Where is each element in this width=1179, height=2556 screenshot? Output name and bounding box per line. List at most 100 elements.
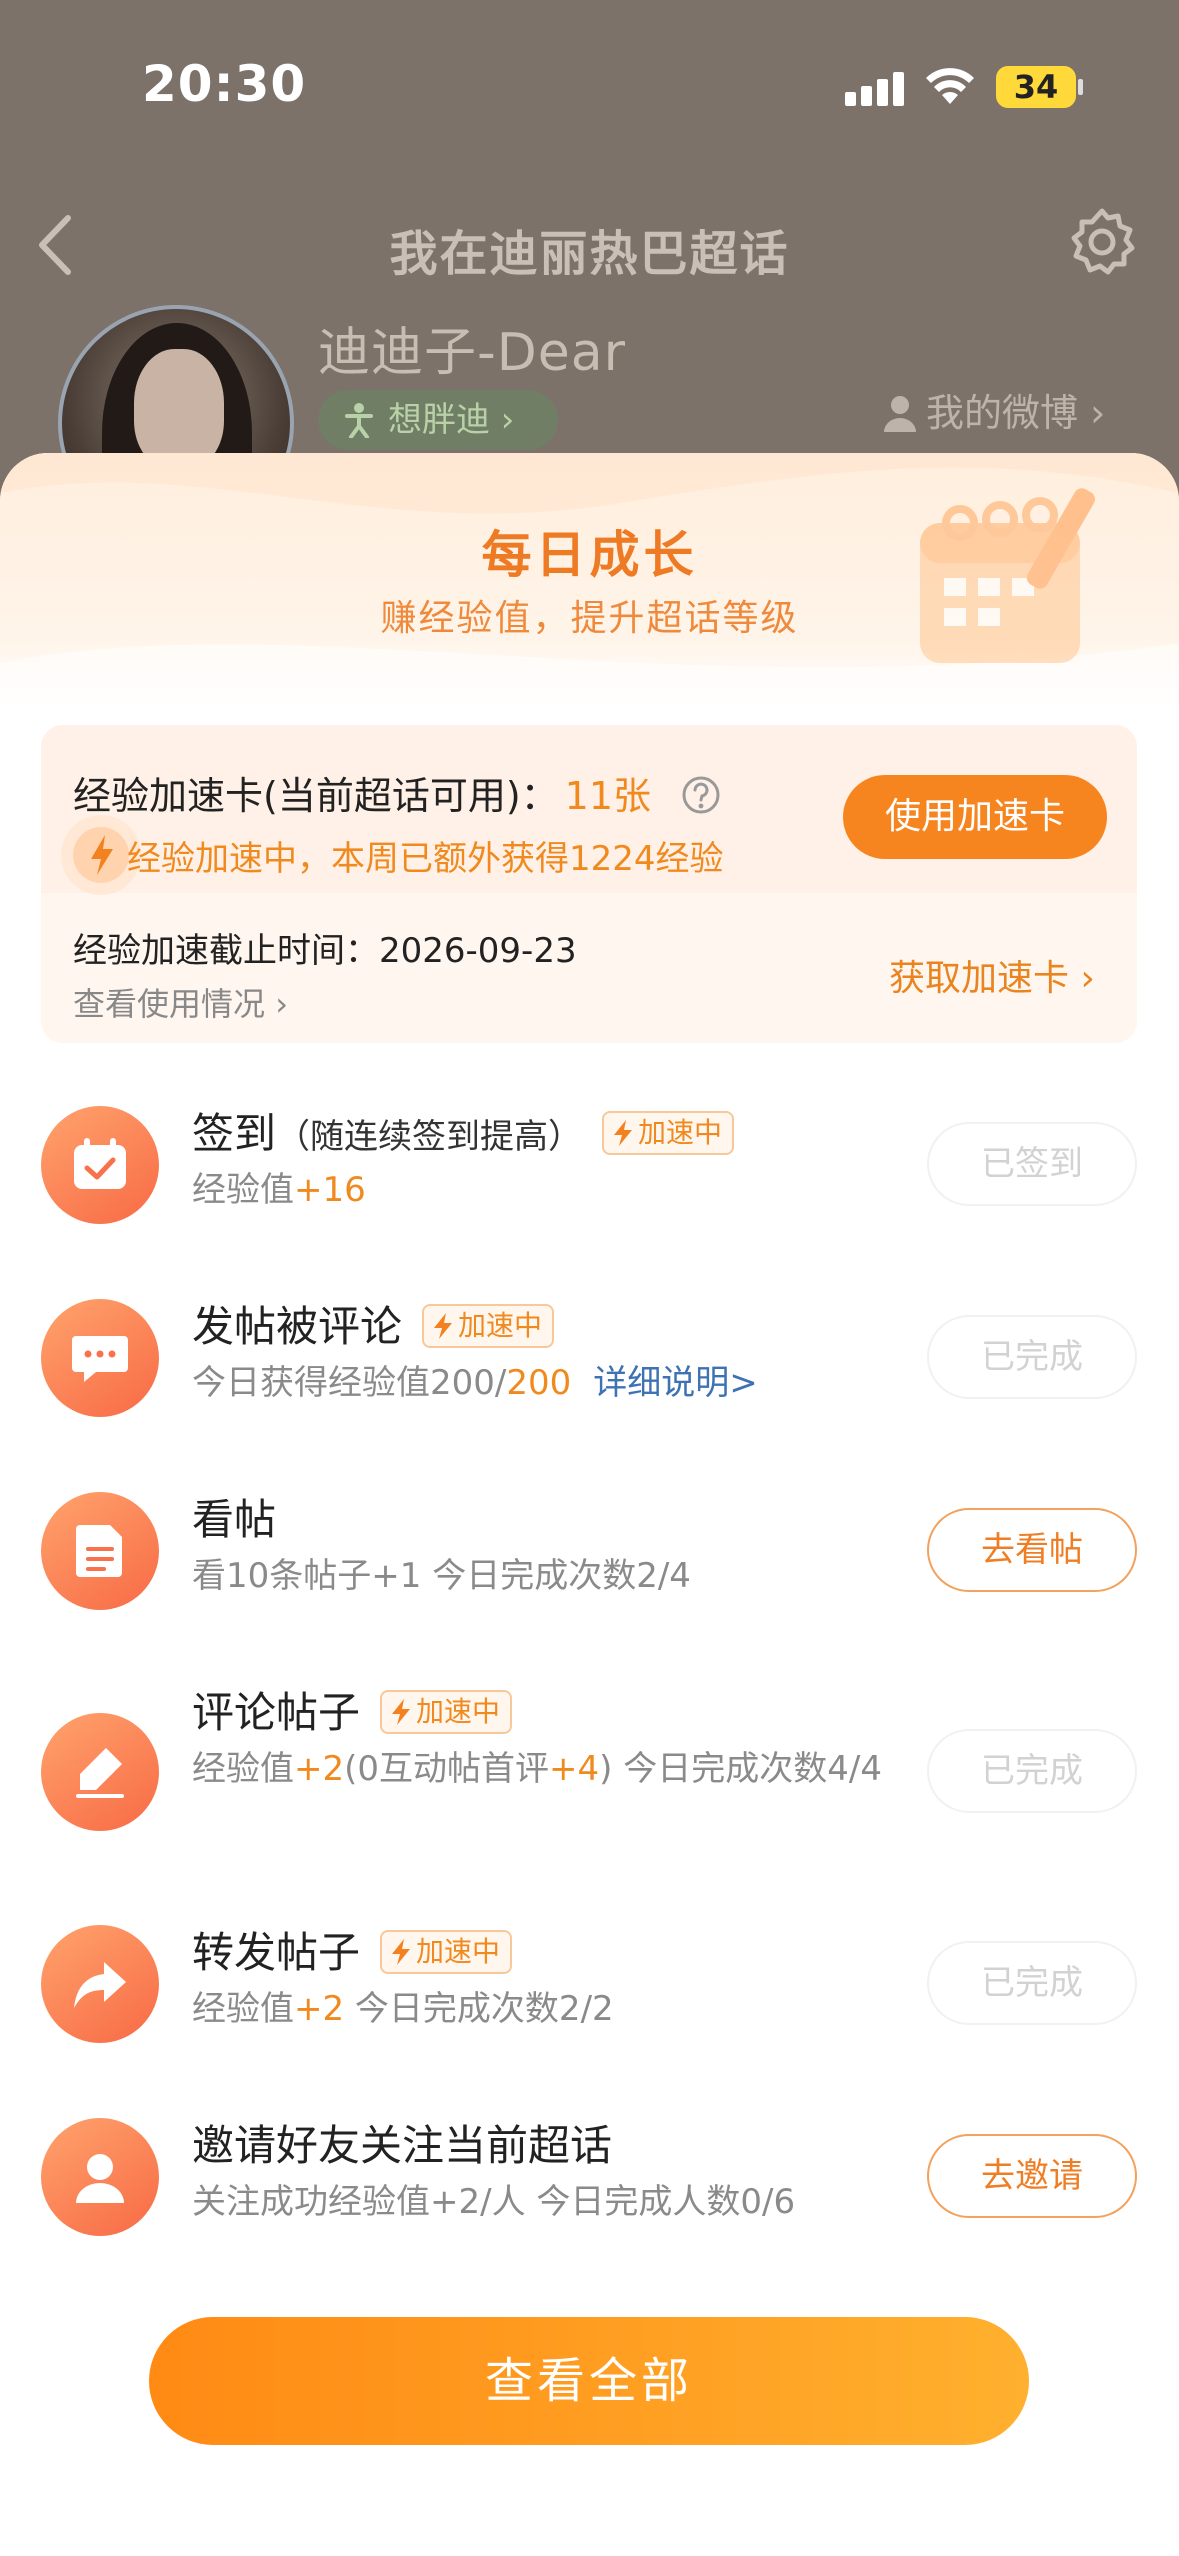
- daily-growth-sheet: 每日成长 赚经验值，提升超话等级 经验加速卡(当前超话可用)： 11张 经验加速中…: [0, 453, 1179, 2556]
- boost-card: 经验加速卡(当前超话可用)： 11张 经验加速中，本周已额外获得1224经验 使用…: [41, 725, 1137, 1043]
- signal-icon: [845, 70, 907, 106]
- task-desc: 经验值+2(0互动帖首评+4) 今日完成次数4/4: [192, 1745, 892, 1793]
- task-row-checkin: 签到（随连续签到提高） 加速中 经验值+16 已签到: [0, 1100, 1179, 1270]
- get-boost-card-link[interactable]: 获取加速卡 ›: [889, 949, 1095, 1001]
- task-title-label: 转发帖子: [192, 1928, 361, 1977]
- comment-bubble-icon: [41, 1299, 159, 1417]
- task-desc: 经验值+2 今日完成次数2/2: [192, 1985, 892, 2033]
- task-desc-value: +16: [294, 1170, 366, 1210]
- pencil-icon: [41, 1713, 159, 1831]
- boosting-badge: 加速中: [422, 1304, 555, 1348]
- go-invite-button[interactable]: 去邀请: [927, 2134, 1137, 2218]
- bolt-icon: [614, 1120, 633, 1146]
- task-row-read-posts: 看帖 看10条帖子+1 今日完成次数2/4 去看帖: [0, 1486, 1179, 1656]
- task-title-label: 看帖: [192, 1495, 277, 1544]
- task-desc-label: 看10条帖子+1 今日完成次数2/4: [192, 1556, 691, 1596]
- boost-deadline: 经验加速截止时间：2026-09-23: [73, 931, 577, 971]
- boost-status: 经验加速中，本周已额外获得1224经验: [127, 839, 724, 879]
- completed-button[interactable]: 已完成: [927, 1729, 1137, 1813]
- page-title: 我在迪丽热巴超话: [389, 226, 790, 282]
- task-desc-value: 200: [506, 1363, 572, 1403]
- boost-card-count: 11张: [564, 774, 652, 818]
- go-read-button[interactable]: 去看帖: [927, 1508, 1137, 1592]
- user-tag[interactable]: 想胖迪 ›: [318, 390, 558, 450]
- task-desc-label: 今日获得经验值200/: [192, 1363, 507, 1403]
- my-weibo-label: 我的微博: [926, 391, 1079, 435]
- usage-link-label: 查看使用情况: [73, 985, 266, 1023]
- calendar-check-icon: [41, 1106, 159, 1224]
- chevron-right-icon: ›: [1069, 958, 1095, 999]
- task-title: 签到（随连续签到提高） 加速中: [192, 1100, 735, 1161]
- bolt-icon: [434, 1313, 453, 1339]
- task-title-note: （随连续签到提高）: [276, 1117, 583, 1157]
- task-title-label: 邀请好友关注当前超话: [192, 2121, 613, 2170]
- sheet-subtitle: 赚经验值，提升超话等级: [380, 598, 799, 639]
- use-boost-card-button[interactable]: 使用加速卡: [843, 775, 1107, 859]
- completed-button[interactable]: 已完成: [927, 1315, 1137, 1399]
- task-desc-value: +2: [294, 1989, 345, 2029]
- task-desc: 经验值+16: [192, 1166, 892, 1214]
- figure-icon: [345, 403, 373, 438]
- status-bar: 20:30 34: [0, 0, 1179, 170]
- task-title-label: 签到: [192, 1109, 277, 1158]
- task-desc-label: ) 今日完成次数4/4: [599, 1749, 882, 1789]
- boosting-badge: 加速中: [602, 1111, 735, 1155]
- status-time: 20:30: [142, 55, 307, 113]
- task-desc-label: 经验值: [192, 1749, 294, 1789]
- task-desc-label: 关注成功经验值+2/人 今日完成人数0/6: [192, 2182, 796, 2222]
- completed-button[interactable]: 已完成: [927, 1941, 1137, 2025]
- chevron-right-icon: ›: [1078, 391, 1106, 435]
- boosting-badge-label: 加速中: [416, 1935, 501, 1968]
- task-title: 发帖被评论 加速中: [192, 1293, 555, 1354]
- boosting-badge: 加速中: [380, 1930, 513, 1974]
- task-title: 转发帖子 加速中: [192, 1919, 513, 1980]
- usage-link[interactable]: 查看使用情况 ›: [73, 979, 288, 1025]
- view-all-button[interactable]: 查看全部: [149, 2317, 1029, 2445]
- user-tag-label: 想胖迪: [388, 400, 490, 440]
- task-desc-value: +2: [294, 1749, 345, 1789]
- task-desc-value: +4: [549, 1749, 600, 1789]
- username: 迪迪子-Dear: [318, 323, 627, 383]
- task-row-comment-posts: 评论帖子 加速中 经验值+2(0互动帖首评+4) 今日完成次数4/4 已完成: [0, 1679, 1179, 1899]
- battery-indicator: 34: [996, 66, 1076, 108]
- task-title: 评论帖子 加速中: [192, 1679, 513, 1740]
- my-weibo-link[interactable]: 我的微博 ›: [882, 382, 1105, 437]
- task-row-post-commented: 发帖被评论 加速中 今日获得经验值200/200 详细说明> 已完成: [0, 1293, 1179, 1463]
- wifi-icon: [926, 68, 974, 104]
- task-title-label: 评论帖子: [192, 1688, 361, 1737]
- question-icon[interactable]: [681, 775, 721, 815]
- task-desc: 今日获得经验值200/200 详细说明>: [192, 1359, 892, 1407]
- boosting-badge-label: 加速中: [458, 1309, 543, 1342]
- boosting-badge-label: 加速中: [638, 1116, 723, 1149]
- boost-card-title: 经验加速卡(当前超话可用)： 11张: [73, 765, 721, 820]
- task-desc-label: 经验值: [192, 1989, 294, 2029]
- task-row-repost: 转发帖子 加速中 经验值+2 今日完成次数2/2 已完成: [0, 1919, 1179, 2089]
- boosting-badge: 加速中: [380, 1690, 513, 1734]
- checked-in-button[interactable]: 已签到: [927, 1122, 1137, 1206]
- battery-nub: [1078, 79, 1083, 95]
- task-desc-label: 今日完成次数2/2: [344, 1989, 614, 2029]
- task-desc-label: 经验值: [192, 1170, 294, 1210]
- task-desc: 看10条帖子+1 今日完成次数2/4: [192, 1552, 892, 1600]
- background-page: 20:30 34 我在迪丽热巴超话 迪迪子-Dear 想胖迪 › 我的微博 ›: [0, 0, 1179, 541]
- share-arrow-icon: [41, 1925, 159, 2043]
- get-boost-card-label: 获取加速卡: [889, 958, 1070, 999]
- task-row-invite-friends: 邀请好友关注当前超话 关注成功经验值+2/人 今日完成人数0/6 去邀请: [0, 2112, 1179, 2282]
- task-desc-label: (0互动帖首评: [344, 1749, 550, 1789]
- task-title: 邀请好友关注当前超话: [192, 2112, 612, 2173]
- user-icon: [41, 2118, 159, 2236]
- chevron-right-icon: ›: [490, 400, 515, 440]
- chevron-right-icon: ›: [265, 985, 288, 1023]
- bolt-icon: [392, 1939, 411, 1965]
- boosting-badge-label: 加速中: [416, 1695, 501, 1728]
- task-desc: 关注成功经验值+2/人 今日完成人数0/6: [192, 2178, 892, 2226]
- task-title-label: 发帖被评论: [192, 1302, 403, 1351]
- bolt-icon: [392, 1699, 411, 1725]
- sheet-title: 每日成长: [481, 526, 698, 584]
- document-icon: [41, 1492, 159, 1610]
- task-title: 看帖: [192, 1486, 276, 1547]
- boost-card-title-label: 经验加速卡(当前超话可用)：: [73, 774, 559, 818]
- person-icon: [884, 396, 916, 432]
- details-link[interactable]: 详细说明>: [593, 1363, 758, 1403]
- gear-icon[interactable]: [1066, 206, 1138, 278]
